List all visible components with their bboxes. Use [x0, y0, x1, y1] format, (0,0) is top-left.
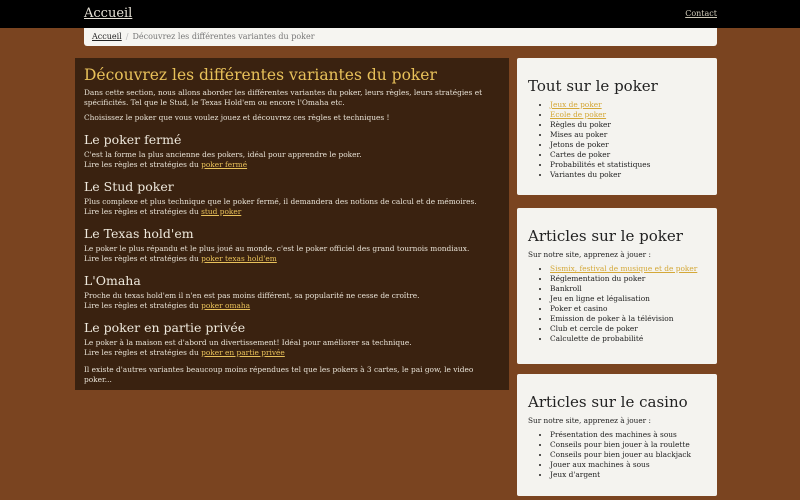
section-title-poker-ferme: Le poker fermé — [84, 132, 182, 147]
page-title: Découvrez les différentes variantes du p… — [84, 66, 437, 84]
list-item[interactable]: Jeu en ligne et légalisation — [550, 294, 706, 304]
section-body-partie-privee: Le poker à la maison est d'abord un dive… — [84, 338, 500, 358]
sidebar-list: Sismix, festival de musique et de poker … — [528, 264, 706, 344]
list-item[interactable]: Emission de poker à la télévision — [550, 314, 706, 324]
list-item[interactable]: Probabilités et statistiques — [550, 160, 706, 170]
outro-text: Il existe d'autres variantes beaucoup mo… — [84, 365, 474, 384]
list-item[interactable]: Ecole de poker — [550, 110, 706, 120]
sidebar-articles-poker: Articles sur le poker Sur notre site, ap… — [517, 208, 717, 364]
section-prefix: Lire les règles et stratégies du — [84, 348, 199, 357]
breadcrumb-current: Découvrez les différentes variantes du p… — [132, 32, 315, 41]
contact-link[interactable]: Contact — [685, 9, 717, 18]
list-item[interactable]: Calculette de probabilité — [550, 334, 706, 344]
list-item[interactable]: Variantes du poker — [550, 170, 706, 180]
list-item[interactable]: Présentation des machines à sous — [550, 430, 706, 440]
section-desc: Le poker à la maison est d'abord un dive… — [84, 338, 412, 347]
section-prefix: Lire les règles et stratégies du — [84, 301, 199, 310]
sidebar-title: Tout sur le poker — [528, 77, 658, 95]
link-stud-poker[interactable]: stud poker — [201, 207, 241, 216]
sidebar-articles-casino: Articles sur le casino Sur notre site, a… — [517, 374, 717, 496]
list-item[interactable]: Club et cercle de poker — [550, 324, 706, 334]
link-omaha[interactable]: poker omaha — [201, 301, 250, 310]
section-desc: Plus complexe et plus technique que le p… — [84, 197, 477, 206]
link-poker-ferme[interactable]: poker fermé — [201, 160, 247, 169]
list-item[interactable]: Bankroll — [550, 284, 706, 294]
section-body-stud-poker: Plus complexe et plus technique que le p… — [84, 197, 500, 217]
section-desc: Le poker le plus répandu et le plus joué… — [84, 244, 470, 253]
section-prefix: Lire les règles et stratégies du — [84, 160, 199, 169]
list-item[interactable]: Mises au poker — [550, 130, 706, 140]
list-item[interactable]: Poker et casino — [550, 304, 706, 314]
link-sismix[interactable]: Sismix, festival de musique et de poker — [550, 264, 697, 273]
breadcrumb-separator: / — [125, 32, 129, 41]
breadcrumb: Accueil / Découvrez les différentes varian… — [84, 28, 717, 46]
sidebar-subtitle: Sur notre site, apprenez à jouer : — [528, 250, 651, 259]
sidebar-list: Présentation des machines à sous Conseil… — [528, 430, 706, 480]
link-partie-privee[interactable]: poker en partie privée — [201, 348, 285, 357]
breadcrumb-home-link[interactable]: Accueil — [92, 32, 122, 41]
section-prefix: Lire les règles et stratégies du — [84, 207, 199, 216]
section-desc: C'est la forme la plus ancienne des poke… — [84, 150, 362, 159]
section-title-partie-privee: Le poker en partie privée — [84, 320, 246, 335]
list-item[interactable]: Sismix, festival de musique et de poker — [550, 264, 706, 274]
sidebar-title: Articles sur le poker — [528, 227, 683, 245]
sidebar-subtitle: Sur notre site, apprenez à jouer : — [528, 416, 651, 425]
intro-text-2: Choisissez le poker que vous voulez joue… — [84, 113, 390, 122]
link-jeux-de-poker[interactable]: Jeux de poker — [550, 100, 602, 109]
sidebar-tout-sur-le-poker: Tout sur le poker Jeux de poker Ecole de… — [517, 58, 717, 195]
intro-text: Dans cette section, nous allons aborder … — [84, 88, 483, 107]
sidebar-title: Articles sur le casino — [528, 393, 688, 411]
top-navbar: Accueil Contact — [0, 0, 800, 28]
list-item[interactable]: Jeux d'argent — [550, 470, 706, 480]
section-body-texas-holdem: Le poker le plus répandu et le plus joué… — [84, 244, 500, 264]
list-item[interactable]: Réglementation du poker — [550, 274, 706, 284]
section-body-omaha: Proche du texas hold'em il n'en est pas … — [84, 291, 500, 311]
main-content: Découvrez les différentes variantes du p… — [75, 58, 509, 390]
link-texas-holdem[interactable]: poker texas hold'em — [201, 254, 277, 263]
list-item[interactable]: Règles du poker — [550, 120, 706, 130]
list-item[interactable]: Conseils pour bien jouer au blackjack — [550, 450, 706, 460]
list-item[interactable]: Jouer aux machines à sous — [550, 460, 706, 470]
sidebar-list: Jeux de poker Ecole de poker Règles du p… — [528, 100, 706, 180]
list-item[interactable]: Cartes de poker — [550, 150, 706, 160]
list-item[interactable]: Jetons de poker — [550, 140, 706, 150]
link-ecole-de-poker[interactable]: Ecole de poker — [550, 110, 606, 119]
section-prefix: Lire les règles et stratégies du — [84, 254, 199, 263]
brand-home-link[interactable]: Accueil — [84, 6, 132, 21]
section-desc: Proche du texas hold'em il n'en est pas … — [84, 291, 420, 300]
list-item[interactable]: Jeux de poker — [550, 100, 706, 110]
section-title-texas-holdem: Le Texas hold'em — [84, 226, 194, 241]
section-body-poker-ferme: C'est la forme la plus ancienne des poke… — [84, 150, 500, 170]
section-title-omaha: L'Omaha — [84, 273, 141, 288]
section-title-stud-poker: Le Stud poker — [84, 179, 174, 194]
list-item[interactable]: Conseils pour bien jouer à la roulette — [550, 440, 706, 450]
